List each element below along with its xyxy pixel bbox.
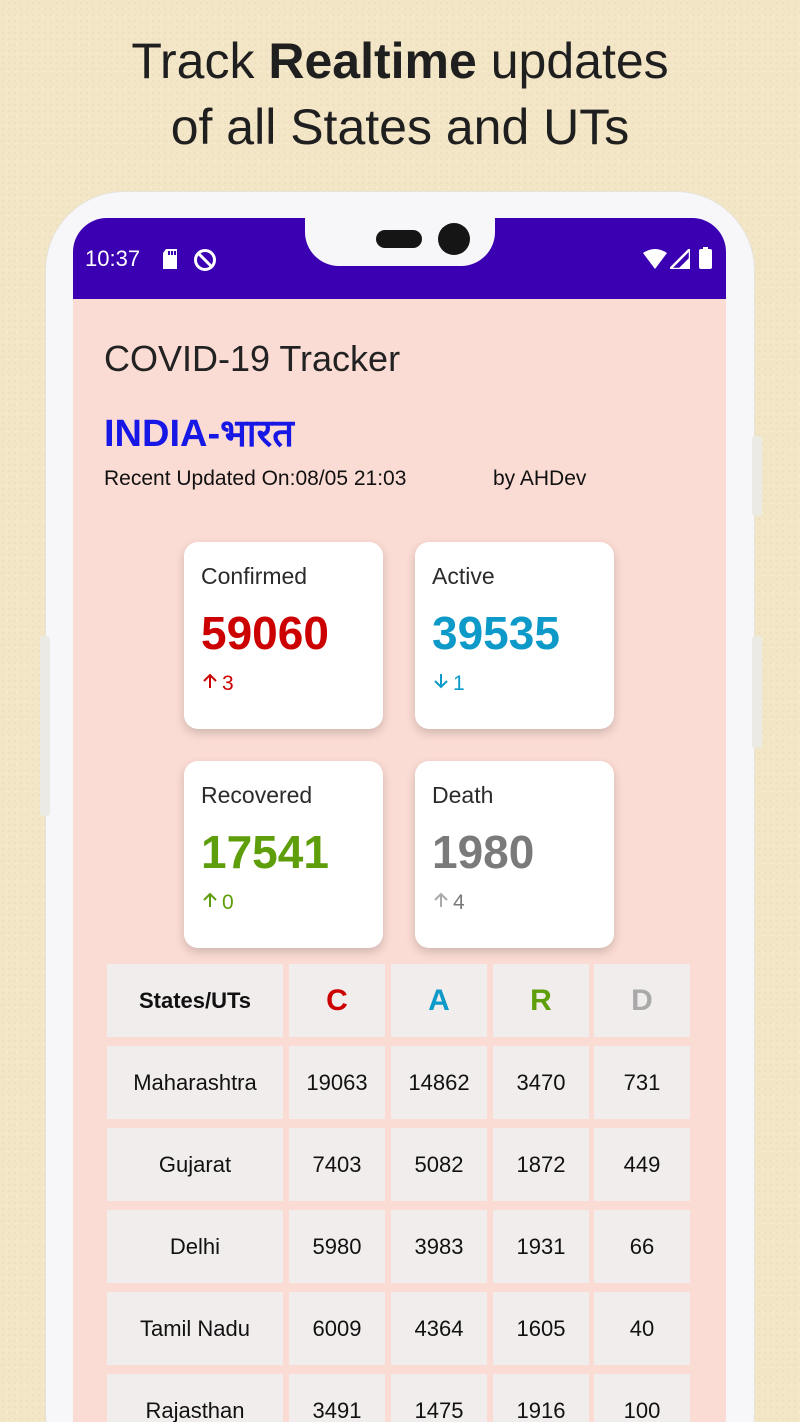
card-delta: 3 [201, 672, 234, 696]
table-cell: 1872 [493, 1128, 589, 1201]
arrow-down-icon [432, 672, 450, 696]
table-cell: 100 [594, 1374, 690, 1422]
header-d[interactable]: D [594, 964, 690, 1037]
state-name-cell[interactable]: Maharashtra [107, 1046, 283, 1119]
card-delta: 1 [432, 672, 465, 696]
card-delta-value: 3 [222, 672, 234, 695]
table-cell: 7403 [289, 1128, 385, 1201]
table-cell: 40 [594, 1292, 690, 1365]
table-cell: 4364 [391, 1292, 487, 1365]
promo-line-1: Track Realtime updates [0, 28, 800, 94]
card-value: 39535 [432, 607, 560, 659]
card-delta: 0 [201, 891, 234, 915]
card-delta-value: 0 [222, 891, 234, 914]
table-cell: 66 [594, 1210, 690, 1283]
front-camera [438, 223, 470, 255]
app-title: COVID-19 Tracker [104, 338, 401, 379]
card-value: 1980 [432, 826, 535, 878]
table-cell: 5980 [289, 1210, 385, 1283]
table-cell: 3983 [391, 1210, 487, 1283]
header-c[interactable]: C [289, 964, 385, 1037]
do-not-disturb-icon [193, 248, 217, 277]
card-delta-value: 4 [453, 891, 465, 914]
power-button [752, 636, 762, 748]
recovered-card[interactable]: Recovered 17541 0 [184, 761, 383, 948]
header-a[interactable]: A [391, 964, 487, 1037]
table-cell: 3491 [289, 1374, 385, 1422]
table-cell: 5082 [391, 1128, 487, 1201]
card-value: 17541 [201, 826, 329, 878]
country-title: INDIA-भारत [104, 413, 294, 455]
card-delta: 4 [432, 891, 465, 915]
status-time: 10:37 [85, 246, 141, 271]
card-label: Recovered [201, 782, 313, 808]
header-states[interactable]: States/UTs [107, 964, 283, 1037]
author-byline: by AHDev [493, 467, 587, 490]
card-delta-value: 1 [453, 672, 465, 695]
table-cell: 14862 [391, 1046, 487, 1119]
phone-screen: 10:37 COVID-19 Tracker INDIA-भारत Recent… [73, 218, 726, 1422]
promo-line1-pre: Track [131, 33, 269, 89]
battery-icon [699, 247, 712, 274]
side-button-left [40, 636, 50, 816]
state-name-cell[interactable]: Delhi [107, 1210, 283, 1283]
sd-card-icon [161, 248, 179, 275]
promo-line1-bold: Realtime [268, 33, 477, 89]
volume-button [752, 436, 762, 516]
state-name-cell[interactable]: Rajasthan [107, 1374, 283, 1422]
speaker [376, 230, 422, 248]
death-card[interactable]: Death 1980 4 [415, 761, 614, 948]
arrow-up-icon [201, 891, 219, 915]
table-cell: 449 [594, 1128, 690, 1201]
card-label: Active [432, 563, 495, 589]
cell-signal-icon [666, 245, 692, 274]
table-cell: 1916 [493, 1374, 589, 1422]
header-r[interactable]: R [493, 964, 589, 1037]
wifi-icon [643, 249, 667, 274]
table-cell: 1475 [391, 1374, 487, 1422]
table-cell: 1931 [493, 1210, 589, 1283]
status-bar: 10:37 [73, 218, 726, 299]
table-cell: 1605 [493, 1292, 589, 1365]
card-label: Confirmed [201, 563, 308, 589]
table-cell: 731 [594, 1046, 690, 1119]
promo-headline: Track Realtime updates of all States and… [0, 28, 800, 160]
arrow-up-icon [432, 891, 450, 915]
active-card[interactable]: Active 39535 1 [415, 542, 614, 729]
promo-line-2: of all States and UTs [170, 99, 630, 155]
state-name-cell[interactable]: Gujarat [107, 1128, 283, 1201]
last-updated-text: Recent Updated On:08/05 21:03 [104, 467, 407, 490]
arrow-up-icon [201, 672, 219, 696]
promo-line1-post: updates [476, 33, 669, 89]
state-name-cell[interactable]: Tamil Nadu [107, 1292, 283, 1365]
card-label: Death [432, 782, 494, 808]
table-cell: 6009 [289, 1292, 385, 1365]
confirmed-card[interactable]: Confirmed 59060 3 [184, 542, 383, 729]
table-cell: 3470 [493, 1046, 589, 1119]
table-cell: 19063 [289, 1046, 385, 1119]
card-value: 59060 [201, 607, 329, 659]
